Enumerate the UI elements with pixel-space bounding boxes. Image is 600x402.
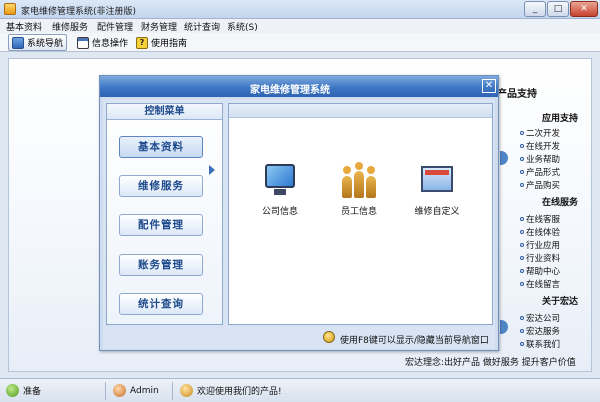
menu-basic-info[interactable]: 基本资料	[6, 20, 42, 33]
ctrl-accounts-button[interactable]: 账务管理	[119, 254, 203, 276]
tab-system-nav[interactable]: 系统导航	[8, 34, 68, 51]
link-business-help[interactable]: 业务帮助	[520, 153, 560, 165]
dialog-body: 控制菜单 基本资料 维修服务 配件管理 账务管理 统计查询 公司信息 员工信息 …	[103, 99, 495, 349]
tab-system-nav-label: 系统导航	[27, 39, 64, 49]
window-close-button[interactable]: ✕	[570, 1, 598, 17]
tab-user-guide-label: 使用指南	[151, 39, 188, 49]
tab-info-ops[interactable]: 信息操作	[74, 34, 131, 51]
maximize-button[interactable]: □	[547, 1, 569, 17]
panel-tab-marker	[500, 151, 508, 165]
status-welcome-text: 欢迎使用我们的产品!	[197, 387, 282, 397]
link-industry-app[interactable]: 行业应用	[520, 239, 560, 251]
menu-repair-service[interactable]: 维修服务	[52, 20, 88, 33]
link-product-purchase[interactable]: 产品购买	[520, 179, 560, 191]
ctrl-basic-info-button[interactable]: 基本资料	[119, 136, 203, 158]
menu-statistics[interactable]: 统计查询	[184, 20, 220, 33]
ready-icon	[6, 384, 19, 397]
ctrl-repair-service-button[interactable]: 维修服务	[119, 175, 203, 197]
panel-tab-marker	[500, 320, 508, 334]
ctrl-statistics-button[interactable]: 统计查询	[119, 293, 203, 315]
link-online-support[interactable]: 在线客服	[520, 213, 560, 225]
func-staff-info-label: 员工信息	[340, 207, 377, 217]
link-online-trial[interactable]: 在线体验	[520, 226, 560, 238]
f8-hint: 使用F8键可以显示/隐藏当前导航窗口	[340, 336, 489, 346]
dialog-footer: 使用F8键可以显示/隐藏当前导航窗口	[228, 329, 493, 347]
link-company[interactable]: 宏达公司	[520, 312, 560, 324]
func-staff-info[interactable]: 员工信息	[329, 162, 389, 217]
menu-parts[interactable]: 配件管理	[97, 20, 133, 33]
window-icon	[77, 36, 89, 49]
func-company-info[interactable]: 公司信息	[250, 162, 310, 217]
panel-header: 产品支持	[497, 89, 537, 100]
minimize-button[interactable]: _	[524, 1, 546, 17]
nav-icon	[12, 36, 24, 49]
monitor-icon	[262, 162, 298, 198]
help-icon: ?	[136, 36, 148, 49]
function-panel: 公司信息 员工信息 维修自定义	[228, 103, 493, 325]
section-title-app-support: 应用支持	[542, 114, 579, 124]
status-bar: 准备 Admin 欢迎使用我们的产品!	[0, 378, 600, 402]
navigation-dialog: 家电维修管理系统 ✕ 控制菜单 基本资料 维修服务 配件管理 账务管理 统计查询…	[99, 75, 499, 351]
section-title-online-service: 在线服务	[542, 198, 579, 208]
dialog-title: 家电维修管理系统	[250, 85, 330, 96]
link-industry-docs[interactable]: 行业资料	[520, 252, 560, 264]
link-product-form[interactable]: 产品形式	[520, 166, 560, 178]
product-support-panel: 产品支持 应用支持 二次开发 在线开发 业务帮助 产品形式 产品购买 在线服务 …	[497, 78, 600, 368]
menu-finance[interactable]: 财务管理	[141, 20, 177, 33]
people-icon	[341, 162, 377, 198]
tab-info-ops-label: 信息操作	[92, 39, 129, 49]
toolbar: 系统导航 信息操作 ? 使用指南	[0, 33, 600, 52]
dialog-title-bar: 家电维修管理系统 ✕	[100, 76, 498, 97]
link-help-center[interactable]: 帮助中心	[520, 265, 560, 277]
status-user-text: Admin	[130, 385, 159, 396]
status-welcome: 欢迎使用我们的产品!	[180, 384, 282, 397]
status-separator	[172, 382, 173, 400]
ctrl-parts-button[interactable]: 配件管理	[119, 214, 203, 236]
section-title-about: 关于宏达	[542, 297, 579, 307]
control-menu: 控制菜单 基本资料 维修服务 配件管理 账务管理 统计查询	[106, 103, 223, 325]
link-secondary-dev[interactable]: 二次开发	[520, 127, 560, 139]
dialog-close-button[interactable]: ✕	[482, 79, 496, 93]
status-ready: 准备	[6, 384, 41, 397]
menu-bar: 基本资料 维修服务 配件管理 财务管理 统计查询 系统(S)	[0, 19, 600, 33]
user-icon	[113, 384, 126, 397]
status-separator	[105, 382, 106, 400]
window-title: 家电维修管理系统(非注册版)	[21, 7, 137, 17]
status-ready-text: 准备	[23, 387, 42, 397]
function-panel-header	[229, 104, 492, 118]
people-small-icon	[180, 384, 193, 397]
title-bar: 家电维修管理系统(非注册版) _ □ ✕	[0, 0, 600, 19]
tab-user-guide[interactable]: ? 使用指南	[133, 34, 190, 51]
link-online-message[interactable]: 在线留言	[520, 278, 560, 290]
selection-arrow-icon	[209, 165, 215, 175]
func-repair-custom[interactable]: 维修自定义	[407, 162, 467, 217]
status-user: Admin	[113, 384, 159, 397]
link-online-dev[interactable]: 在线开发	[520, 140, 560, 152]
company-mission: 宏达理念:出好产品 做好服务 提升客户价值	[405, 358, 576, 368]
app-icon	[4, 3, 16, 15]
link-service[interactable]: 宏达服务	[520, 325, 560, 337]
func-company-info-label: 公司信息	[261, 207, 298, 217]
menu-system[interactable]: 系统(S)	[227, 20, 258, 33]
info-icon	[323, 331, 335, 343]
func-repair-custom-label: 维修自定义	[414, 207, 460, 217]
custom-icon	[419, 162, 455, 198]
control-menu-title: 控制菜单	[107, 104, 222, 120]
link-contact[interactable]: 联系我们	[520, 338, 560, 350]
